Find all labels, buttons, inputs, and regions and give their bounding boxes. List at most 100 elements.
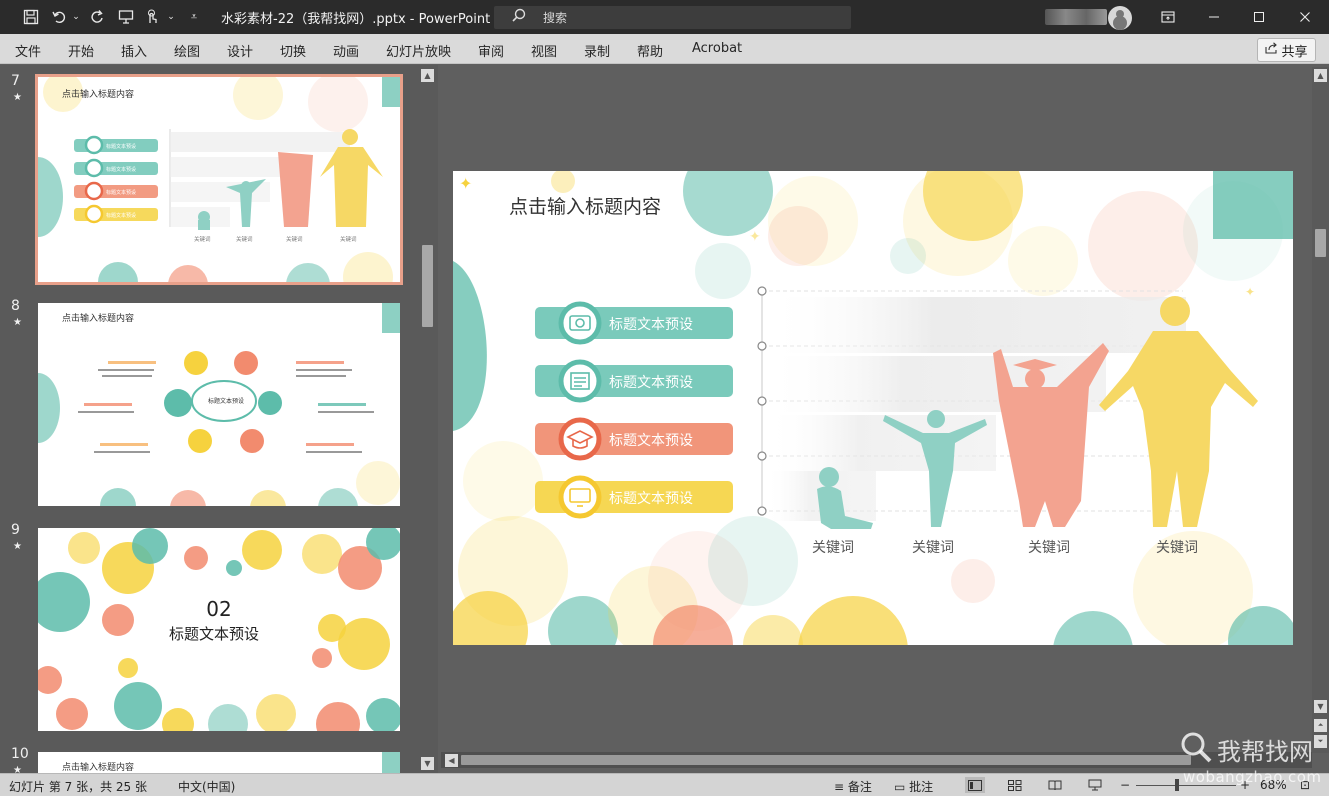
- keyword-label[interactable]: 关键词: [1156, 540, 1198, 556]
- comment-icon: ▭: [894, 780, 906, 794]
- tab-view[interactable]: 视图: [531, 41, 557, 60]
- minimize-icon[interactable]: [1202, 5, 1226, 29]
- tab-record[interactable]: 录制: [584, 41, 610, 60]
- tab-design[interactable]: 设计: [227, 41, 253, 60]
- slide-thumbnail-8[interactable]: 点击输入标题内容 标题文本预设: [38, 303, 400, 506]
- slide-thumbnail-panel[interactable]: 7 ★ 点击输入标题内容 标题文本预设 标题文本预设 标题文本预设 标题文本预设…: [0, 65, 438, 773]
- bar-1[interactable]: 标题文本预设: [535, 301, 733, 345]
- svg-text:标题文本预设: 标题文本预设: [609, 433, 693, 449]
- svg-text:标题文本预设: 标题文本预设: [609, 375, 693, 391]
- save-icon[interactable]: [21, 7, 41, 27]
- thumbnail-title: 点击输入标题内容: [62, 761, 134, 773]
- keyword-label[interactable]: 关键词: [1028, 540, 1070, 556]
- section-subtitle: 标题文本预设: [169, 625, 259, 643]
- tab-animations[interactable]: 动画: [333, 41, 359, 60]
- slide-number: 8: [11, 298, 20, 314]
- ribbon-tabs: 文件 开始 插入 绘图 设计 切换 动画 幻灯片放映 审阅 视图 录制 帮助 A…: [0, 34, 1329, 64]
- document-title: 水彩素材-22（我帮找网）.pptx - PowerPoint: [221, 12, 491, 27]
- avatar[interactable]: [1108, 6, 1132, 30]
- tab-transitions[interactable]: 切换: [280, 41, 306, 60]
- tab-insert[interactable]: 插入: [121, 41, 147, 60]
- zoom-in-icon[interactable]: +: [1240, 778, 1250, 792]
- animation-star-icon: ★: [13, 765, 22, 773]
- previous-slide-icon[interactable]: ⏶: [1314, 719, 1327, 732]
- slide-thumbnail-9[interactable]: 02 标题文本预设: [38, 528, 400, 731]
- zoom-out-icon[interactable]: −: [1120, 778, 1130, 792]
- tab-help[interactable]: 帮助: [637, 41, 663, 60]
- slideshow-view-icon[interactable]: [1085, 777, 1105, 793]
- reading-view-icon[interactable]: [1045, 777, 1065, 793]
- editor-horizontal-scrollbar[interactable]: ◀: [441, 752, 1312, 768]
- touch-dropdown-icon[interactable]: ⌄: [161, 7, 181, 27]
- thumbnail-title: 点击输入标题内容: [62, 88, 134, 100]
- thumbnail-scrollbar[interactable]: ▲ ▼: [420, 67, 435, 772]
- tab-review[interactable]: 审阅: [478, 41, 504, 60]
- notes-button[interactable]: ≡ 备注: [834, 778, 872, 795]
- editor-vertical-scrollbar[interactable]: ▲ ▼ ⏶ ⏷: [1312, 67, 1329, 753]
- slide-number: 10: [11, 746, 29, 762]
- svg-text:标题文本预设: 标题文本预设: [208, 397, 244, 405]
- share-icon: [1265, 42, 1278, 58]
- slide-thumbnail-10[interactable]: 点击输入标题内容: [38, 752, 400, 773]
- svg-text:✦: ✦: [1245, 285, 1255, 299]
- redo-icon[interactable]: [87, 7, 107, 27]
- share-button[interactable]: 共享: [1257, 38, 1316, 62]
- ribbon-display-options-icon[interactable]: [1156, 5, 1180, 29]
- search-placeholder: 搜索: [543, 11, 568, 25]
- zoom-slider-handle[interactable]: [1175, 779, 1179, 791]
- language-indicator[interactable]: 中文(中国): [178, 778, 235, 795]
- tab-home[interactable]: 开始: [68, 41, 94, 60]
- scroll-left-icon[interactable]: ◀: [445, 754, 458, 767]
- slide-counter: 幻灯片 第 7 张，共 25 张: [9, 780, 147, 794]
- editor-scroll-thumb[interactable]: [1315, 229, 1326, 257]
- svg-text:✦: ✦: [749, 229, 761, 245]
- present-from-start-icon[interactable]: [116, 7, 136, 27]
- comments-button[interactable]: ▭ 批注: [894, 778, 933, 795]
- fit-slide-icon[interactable]: ⊡: [1300, 778, 1310, 792]
- scroll-down-icon[interactable]: ▼: [1314, 700, 1327, 713]
- thumbnail-scroll-thumb[interactable]: [422, 245, 433, 327]
- tab-slideshow[interactable]: 幻灯片放映: [386, 41, 451, 60]
- undo-dropdown-icon[interactable]: ⌄: [66, 7, 86, 27]
- section-number: 02: [206, 597, 231, 621]
- account-name[interactable]: [1045, 9, 1107, 25]
- title-bar: ⌄ ⌄ ⩡ 水彩素材-22（我帮找网）.pptx - PowerPoint 搜索: [0, 0, 1329, 34]
- keyword-label[interactable]: 关键词: [812, 540, 854, 556]
- svg-text:标题文本预设: 标题文本预设: [106, 166, 136, 173]
- tab-file[interactable]: 文件: [15, 41, 41, 60]
- close-icon[interactable]: [1293, 5, 1317, 29]
- zoom-level[interactable]: 68%: [1260, 778, 1287, 792]
- customize-toolbar-icon[interactable]: ⩡: [184, 7, 204, 27]
- tab-draw[interactable]: 绘图: [174, 41, 200, 60]
- search-icon: [512, 8, 526, 26]
- svg-text:标题文本预设: 标题文本预设: [106, 212, 136, 219]
- scroll-up-icon[interactable]: ▲: [421, 69, 434, 82]
- slide-title[interactable]: 点击输入标题内容: [509, 196, 661, 218]
- slide-number: 9: [11, 522, 20, 538]
- animation-star-icon: ★: [13, 317, 22, 328]
- svg-text:✦: ✦: [459, 174, 472, 193]
- maximize-icon[interactable]: [1247, 5, 1271, 29]
- touch-mode-icon[interactable]: [142, 7, 162, 27]
- current-slide[interactable]: ✦ ✦ ✦ 点击输入标题内容 标题文本预设 标题文本预设 标题文本预设 标题文本…: [453, 171, 1293, 645]
- next-slide-icon[interactable]: ⏷: [1314, 735, 1327, 748]
- slide-number: 7: [11, 73, 20, 89]
- scroll-up-icon[interactable]: ▲: [1314, 69, 1327, 82]
- normal-view-icon[interactable]: [965, 777, 985, 793]
- bar-3[interactable]: 标题文本预设: [535, 417, 733, 461]
- search-box[interactable]: 搜索: [494, 6, 851, 29]
- slide-thumbnail-7[interactable]: 点击输入标题内容 标题文本预设 标题文本预设 标题文本预设 标题文本预设 关键词…: [35, 74, 403, 285]
- keyword-label[interactable]: 关键词: [912, 540, 954, 556]
- tab-acrobat[interactable]: Acrobat: [692, 41, 742, 56]
- svg-text:标题文本预设: 标题文本预设: [106, 189, 136, 196]
- zoom-slider[interactable]: [1136, 785, 1236, 786]
- thumbnail-bars: 标题文本预设 标题文本预设 标题文本预设 标题文本预设: [74, 135, 158, 224]
- horizontal-scroll-thumb[interactable]: [461, 755, 1191, 765]
- bar-4[interactable]: 标题文本预设: [535, 475, 733, 519]
- animation-star-icon: ★: [13, 92, 22, 103]
- timeline: [757, 286, 1186, 521]
- slide-sorter-icon[interactable]: [1005, 777, 1025, 793]
- svg-text:关键词: 关键词: [236, 235, 253, 243]
- bar-2[interactable]: 标题文本预设: [535, 359, 733, 403]
- scroll-down-icon[interactable]: ▼: [421, 757, 434, 770]
